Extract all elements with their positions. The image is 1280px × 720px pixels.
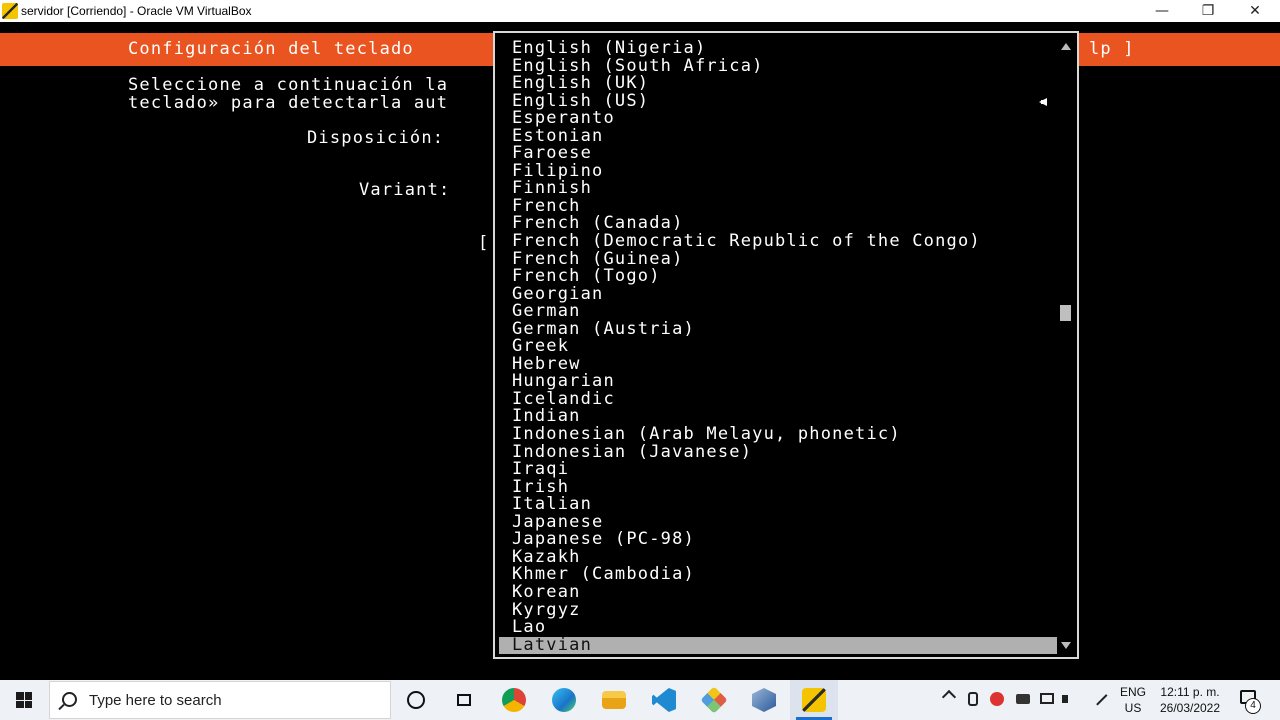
layout-option[interactable]: Iraqi [495,461,1077,479]
layout-option[interactable]: Georgian [495,285,1077,304]
window-titlebar: servidor [Corriendo] - Oracle VM Virtual… [0,0,1280,22]
layout-option[interactable]: Khmer (Cambodia) [495,566,1077,584]
search-placeholder: Type here to search [89,692,222,709]
layout-option[interactable]: Finnish [495,180,1077,198]
bracket-fragment: [ [478,233,490,253]
volume-icon[interactable] [1062,695,1068,703]
close-button[interactable]: ✕ [1232,0,1278,22]
layout-option[interactable]: Kyrgyz [495,601,1077,620]
chrome-taskbar-button[interactable] [490,680,538,720]
lang-region: US [1124,701,1142,715]
device-tray-icon[interactable] [968,692,978,706]
layout-option[interactable]: English (Nigeria) [495,39,1077,58]
layout-option[interactable]: Latvian [499,636,1057,655]
taskbar-search-box[interactable]: Type here to search [49,681,391,719]
layout-list[interactable]: English (Nigeria) English (South Africa) E… [495,39,1077,655]
show-hidden-icons-chevron-icon[interactable] [941,689,957,705]
cortana-button[interactable] [400,680,432,720]
window-title: servidor [Corriendo] - Oracle VM Virtual… [21,4,252,18]
vscode-icon [652,688,676,712]
chrome-icon [502,688,526,712]
network-icon[interactable] [1040,693,1054,704]
keyboard-layout-dropdown[interactable]: English (Nigeria) English (South Africa) E… [493,31,1079,659]
pen-icon[interactable] [1090,688,1108,706]
scroll-up-arrow-icon[interactable] [1061,43,1071,50]
layout-option[interactable]: Icelandic [495,390,1077,409]
virtualbox-icon [752,688,776,712]
task-view-button[interactable] [448,680,480,720]
scroll-down-arrow-icon[interactable] [1061,642,1071,649]
minimize-button[interactable]: — [1139,0,1185,22]
layout-option[interactable]: German (Austria) [495,320,1077,339]
search-icon [62,692,77,707]
variant-label: Variant: [359,180,451,200]
layout-option[interactable]: Greek [495,338,1077,356]
security-alert-icon[interactable] [990,692,1004,706]
usb-drive-icon[interactable] [1016,694,1030,704]
layout-option[interactable]: French (Democratic Republic of the Congo… [495,232,1077,251]
windows-logo-icon [16,692,32,708]
windows-taskbar: Type here to search ENG US 12:11 p. m. 2… [0,680,1280,720]
virtualbox-app-icon [2,3,18,19]
taskbar-clock[interactable]: 12:11 p. m. 26/03/2022 [1150,684,1230,716]
layout-option[interactable]: Japanese (PC-98) [495,531,1077,549]
layout-option[interactable]: English (UK) [495,75,1077,93]
restore-button[interactable]: ❐ [1185,0,1231,22]
vm-window-icon [802,688,826,712]
scrollbar-thumb[interactable] [1060,305,1071,321]
clock-date: 26/03/2022 [1159,701,1221,715]
start-button[interactable] [0,680,48,720]
input-language-indicator[interactable]: ENG US [1115,684,1151,716]
task-view-icon [457,694,471,706]
virtualbox-taskbar-button[interactable] [740,680,788,720]
layout-label: Disposición: [307,128,445,148]
file-explorer-taskbar-button[interactable] [590,680,638,720]
layout-option[interactable]: Indonesian (Javanese) [495,443,1077,462]
description-line-1: Seleccione a continuación la [128,75,449,95]
lang-code: ENG [1119,685,1146,699]
notification-count-badge: 4 [1245,698,1261,714]
vm-screen[interactable]: Configuración del teclado lp ] Seleccion… [0,22,1280,670]
installer-title: Configuración del teclado [128,39,414,59]
clock-time: 12:11 p. m. [1160,685,1220,699]
layout-option[interactable]: Korean [495,583,1077,602]
git-icon [700,686,728,714]
description-line-2: teclado» para detectarla aut [128,93,449,113]
edge-icon [552,688,576,712]
vscode-taskbar-button[interactable] [640,680,688,720]
current-selection-marker-icon [1039,98,1047,106]
layout-option[interactable]: Lao [495,618,1077,637]
layout-option[interactable]: Indonesian (Arab Melayu, phonetic) [495,425,1077,444]
help-button[interactable]: lp ] [1089,39,1135,59]
edge-taskbar-button[interactable] [540,680,588,720]
vm-window-taskbar-button[interactable] [790,680,838,720]
file-explorer-icon [602,691,626,709]
git-taskbar-button[interactable] [690,680,738,720]
cortana-circle-icon [407,691,425,709]
